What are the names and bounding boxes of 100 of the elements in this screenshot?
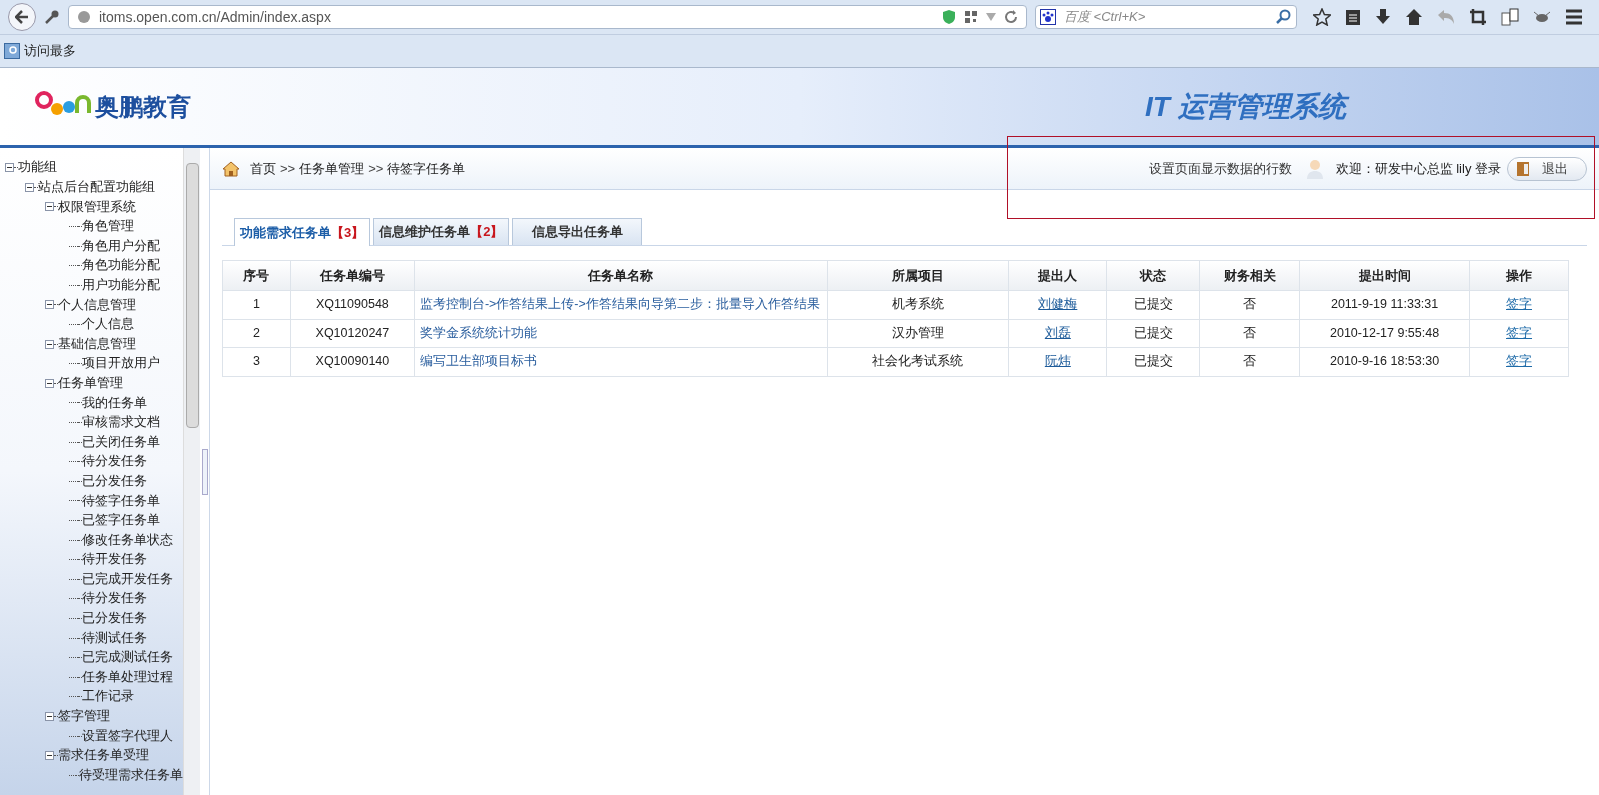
back-button[interactable]	[8, 3, 36, 31]
collapse-toggle-icon[interactable]	[5, 163, 14, 173]
tree-item[interactable]: 任务单处理过程	[82, 667, 173, 687]
search-icon[interactable]	[1276, 9, 1292, 25]
table-cell: XQ11090548	[290, 290, 415, 319]
tree-item[interactable]: 待分发任务	[82, 452, 147, 472]
tree-item[interactable]: 项目开放用户	[82, 354, 160, 374]
collapse-toggle-icon[interactable]	[45, 751, 54, 761]
tree-item[interactable]: 修改任务单状态	[82, 530, 173, 550]
star-icon[interactable]	[1313, 8, 1331, 26]
table-cell: 汉办管理	[827, 319, 1009, 348]
tree-item[interactable]: 已关闭任务单	[82, 432, 160, 452]
tree-item[interactable]: 任务单管理	[58, 373, 123, 393]
tab[interactable]: 信息导出任务单	[512, 218, 643, 245]
home-icon	[222, 160, 240, 177]
scrollbar[interactable]	[183, 148, 200, 795]
breadcrumb-item[interactable]: 任务单管理	[299, 158, 365, 179]
proposer-link[interactable]: 刘磊	[1044, 325, 1071, 340]
paw-icon	[1040, 9, 1056, 25]
bookmark-link[interactable]: 访问最多	[24, 41, 76, 61]
column-header: 序号	[222, 260, 291, 291]
search-field[interactable]: 百度 <Ctrl+K>	[1035, 5, 1297, 29]
logo-text: 奥鹏教育	[95, 91, 191, 122]
table-cell: 已提交	[1106, 347, 1200, 376]
tree-item[interactable]: 功能组	[18, 158, 57, 178]
tree-item[interactable]: 签字管理	[58, 707, 110, 726]
collapse-toggle-icon[interactable]	[45, 339, 54, 349]
tree-item[interactable]: 已完成开发任务	[82, 569, 173, 589]
tree-item[interactable]: 角色用户分配	[82, 236, 160, 256]
tree-item[interactable]: 待签字任务单	[82, 491, 160, 511]
bookmark-folder-icon	[4, 43, 20, 59]
table-cell: 机考系统	[827, 290, 1009, 319]
bug-icon[interactable]	[1533, 9, 1551, 25]
collapse-toggle-icon[interactable]	[45, 711, 54, 721]
task-name-link[interactable]: 编写卫生部项目标书	[419, 354, 537, 369]
reload-icon[interactable]	[1004, 10, 1018, 24]
sign-link[interactable]: 签字	[1506, 297, 1532, 312]
url-text: itoms.open.com.cn/Admin/index.aspx	[99, 7, 332, 27]
tree-item[interactable]: 已分发任务	[82, 609, 147, 628]
collapse-toggle-icon[interactable]	[45, 300, 54, 310]
tree-item[interactable]: 已分发任务	[82, 471, 147, 491]
tree-item[interactable]: 工作记录	[82, 687, 134, 707]
table-cell: 2010-9-16 18:53:30	[1299, 347, 1470, 376]
pages-icon[interactable]	[1501, 8, 1519, 26]
tree-item[interactable]: 待测试任务	[82, 628, 147, 648]
breadcrumb-separator: >>	[280, 159, 296, 178]
column-header: 任务单编号	[290, 260, 415, 291]
breadcrumb-item[interactable]: 首页	[250, 158, 276, 179]
crop-icon[interactable]	[1469, 8, 1487, 26]
table-cell: 2011-9-19 11:33:31	[1299, 290, 1470, 319]
column-header: 提出人	[1008, 260, 1107, 291]
breadcrumb-item[interactable]: 待签字任务单	[387, 158, 466, 179]
tree-item[interactable]: 需求任务单受理	[58, 746, 149, 765]
sign-link[interactable]: 签字	[1506, 354, 1532, 369]
user-avatar-icon	[1305, 158, 1324, 179]
home-icon[interactable]	[1405, 8, 1423, 26]
collapse-toggle-icon[interactable]	[45, 202, 54, 212]
clipboard-icon[interactable]	[1345, 8, 1361, 26]
door-icon	[1516, 160, 1530, 177]
search-input[interactable]: 百度 <Ctrl+K>	[1064, 7, 1272, 27]
tree-item[interactable]: 基础信息管理	[58, 334, 136, 354]
address-bar[interactable]: itoms.open.com.cn/Admin/index.aspx	[68, 5, 1027, 29]
task-name-link[interactable]: 奖学金系统统计功能	[419, 325, 537, 340]
tree-item[interactable]: 角色功能分配	[82, 256, 160, 276]
table-cell: 社会化考试系统	[827, 347, 1009, 376]
menu-icon[interactable]	[1565, 9, 1583, 25]
table-cell: 3	[222, 347, 291, 376]
tree-item[interactable]: 待分发任务	[82, 589, 147, 609]
key-icon	[44, 9, 60, 25]
back-arrow-icon	[15, 10, 29, 24]
tree-item[interactable]: 用户功能分配	[82, 276, 160, 295]
tree-item[interactable]: 已完成测试任务	[82, 648, 173, 667]
tree-item[interactable]: 角色管理	[82, 217, 134, 236]
tree-item[interactable]: 待开发任务	[82, 550, 147, 570]
tree-item[interactable]: 设置签字代理人	[82, 726, 173, 746]
tab[interactable]: 功能需求任务单【3】	[234, 218, 371, 246]
tree-item[interactable]: 已签字任务单	[82, 511, 160, 530]
logout-button[interactable]: 退出	[1507, 156, 1587, 181]
row-setting-link[interactable]: 设置页面显示数据的行数	[1148, 158, 1292, 179]
breadcrumb-separator: >>	[368, 159, 384, 178]
collapse-toggle-icon[interactable]	[45, 378, 54, 388]
welcome-text: 欢迎：研发中心总监 lily 登录	[1335, 159, 1501, 178]
column-header: 任务单名称	[414, 260, 828, 291]
tree-item[interactable]: 审核需求文档	[82, 413, 160, 432]
tree-item[interactable]: 个人信息管理	[58, 295, 136, 315]
tree-item[interactable]: 我的任务单	[82, 393, 147, 413]
table-cell: 已提交	[1106, 290, 1200, 319]
shield-icon	[942, 9, 956, 25]
tree-item[interactable]: 个人信息	[82, 315, 134, 334]
table-cell: XQ10090140	[290, 347, 415, 376]
download-icon[interactable]	[1375, 8, 1391, 26]
tree-item[interactable]: 权限管理系统	[58, 197, 136, 217]
sign-link[interactable]: 签字	[1506, 325, 1532, 340]
table-cell: XQ10120247	[290, 319, 415, 348]
tree-item[interactable]: 站点后台配置功能组	[38, 178, 155, 197]
tree-item[interactable]: 待受理需求任务单	[79, 765, 183, 785]
tab[interactable]: 信息维护任务单【2】	[373, 218, 510, 245]
collapse-toggle-icon[interactable]	[25, 182, 34, 192]
collapse-handle[interactable]	[201, 448, 208, 495]
proposer-link[interactable]: 阮炜	[1044, 354, 1071, 369]
